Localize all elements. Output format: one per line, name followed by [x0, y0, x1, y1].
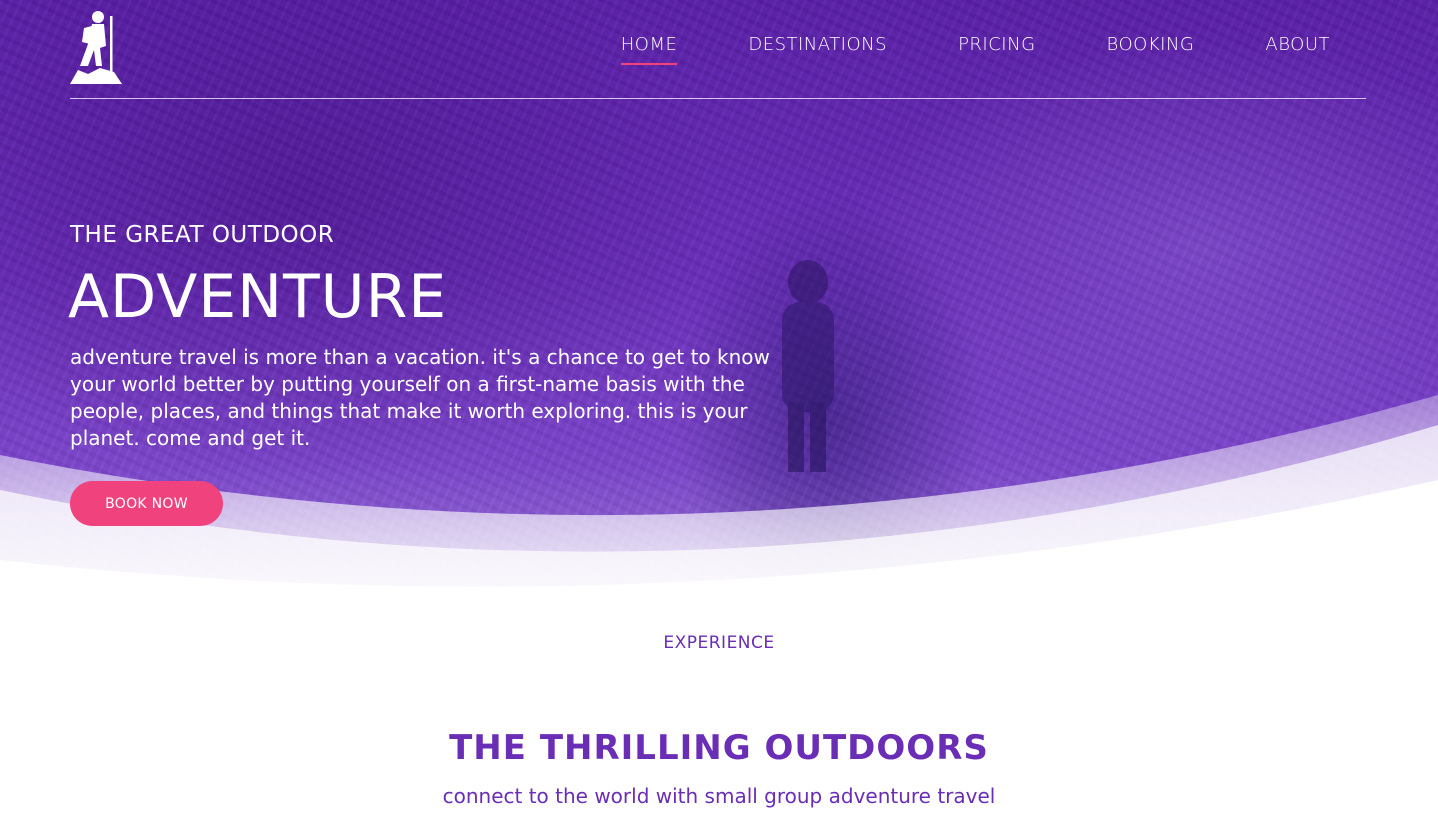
experience-title: THE THRILLING OUTDOORS — [449, 728, 989, 768]
hero-eyebrow: THE GREAT OUTDOOR — [70, 222, 335, 248]
nav-home[interactable]: HOME — [620, 34, 678, 65]
hero-headline: ADVENTURE — [68, 262, 448, 332]
experience-kicker: EXPERIENCE — [663, 633, 775, 653]
nav-about[interactable]: ABOUT — [1265, 34, 1330, 65]
book-now-button[interactable]: BOOK NOW — [70, 481, 223, 526]
site-header: HOME DESTINATIONS PRICING BOOKING ABOUT — [70, 0, 1366, 99]
hero-lead-text: adventure travel is more than a vacation… — [70, 345, 770, 450]
nav-destinations[interactable]: DESTINATIONS — [748, 34, 887, 65]
nav-pricing[interactable]: PRICING — [958, 34, 1035, 65]
hiker-logo-icon[interactable] — [70, 10, 122, 84]
experience-subtitle: connect to the world with small group ad… — [442, 784, 996, 808]
nav-booking[interactable]: BOOKING — [1107, 34, 1195, 65]
landing-page: HOME DESTINATIONS PRICING BOOKING ABOUT … — [0, 0, 1438, 817]
main-nav: HOME DESTINATIONS PRICING BOOKING ABOUT — [620, 34, 1330, 65]
